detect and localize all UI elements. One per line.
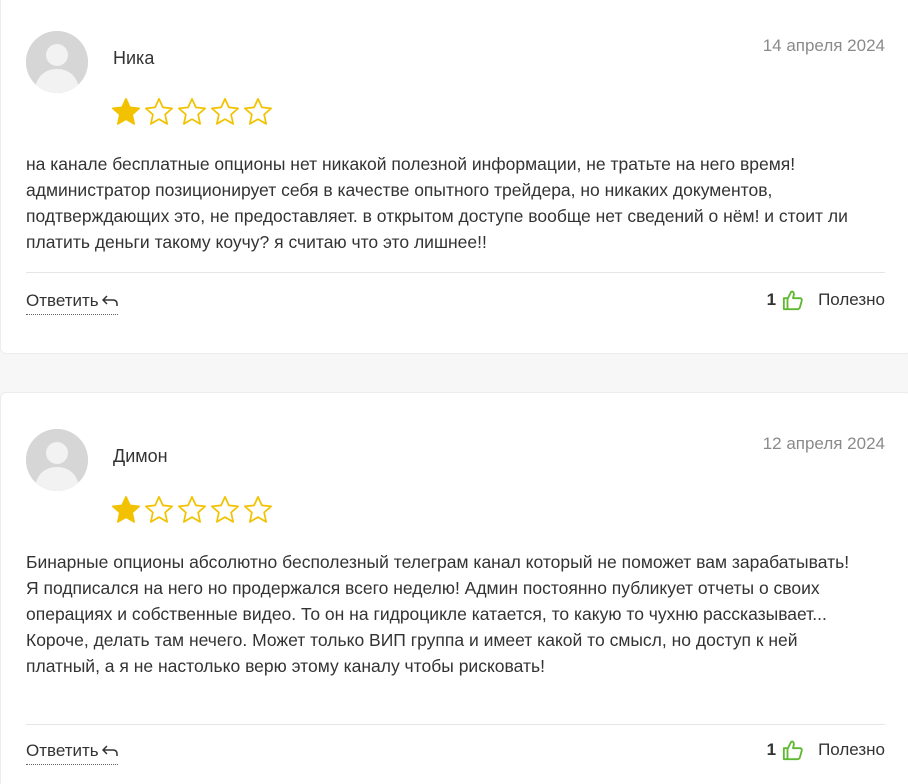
- thumbs-up-icon: [782, 740, 803, 761]
- user-avatar-icon: [26, 31, 88, 93]
- review-author: Ника: [113, 48, 155, 68]
- review-date: 14 апреля 2024: [762, 36, 885, 55]
- avatar: [26, 429, 88, 491]
- like-count: 1: [766, 740, 777, 759]
- star-empty-icon: [211, 496, 239, 523]
- useful-block: 1 Полезно: [767, 289, 885, 311]
- reply-button[interactable]: Ответить: [26, 291, 118, 315]
- star-empty-icon: [145, 98, 173, 125]
- review-text: Бинарные опционы абсолютно бесполезный т…: [26, 552, 850, 676]
- reply-arrow-icon: [101, 745, 118, 756]
- user-avatar-icon: [26, 429, 88, 491]
- like-button[interactable]: [782, 739, 804, 761]
- thumbs-up-icon: [782, 290, 803, 311]
- useful-button[interactable]: Полезно: [818, 740, 885, 760]
- reply-label: Ответить: [26, 291, 99, 310]
- star-filled-icon: [112, 496, 140, 523]
- rating-stars: [111, 495, 273, 525]
- star-empty-icon: [244, 496, 272, 523]
- star-empty-icon: [178, 496, 206, 523]
- divider: [26, 724, 885, 725]
- star-empty-icon: [145, 496, 173, 523]
- review-author: Димон: [113, 446, 168, 466]
- star-filled-icon: [112, 98, 140, 125]
- review-text: на канале бесплатные опционы нет никакой…: [26, 154, 848, 252]
- like-count: 1: [766, 290, 777, 309]
- review-card: Димон 12 апреля 2024 Бинарные опционы аб…: [0, 392, 908, 784]
- star-empty-icon: [244, 98, 272, 125]
- reply-label: Ответить: [26, 741, 99, 760]
- star-empty-icon: [211, 98, 239, 125]
- rating-stars: [111, 97, 273, 127]
- divider: [26, 272, 885, 273]
- review-date: 12 апреля 2024: [762, 434, 885, 453]
- review-card: Ника 14 апреля 2024 на канале бесплатные…: [0, 0, 908, 354]
- useful-button[interactable]: Полезно: [818, 290, 885, 310]
- like-button[interactable]: [782, 289, 804, 311]
- star-empty-icon: [178, 98, 206, 125]
- reply-arrow-icon: [101, 295, 118, 306]
- avatar: [26, 31, 88, 93]
- useful-block: 1 Полезно: [767, 739, 885, 761]
- reply-button[interactable]: Ответить: [26, 741, 118, 765]
